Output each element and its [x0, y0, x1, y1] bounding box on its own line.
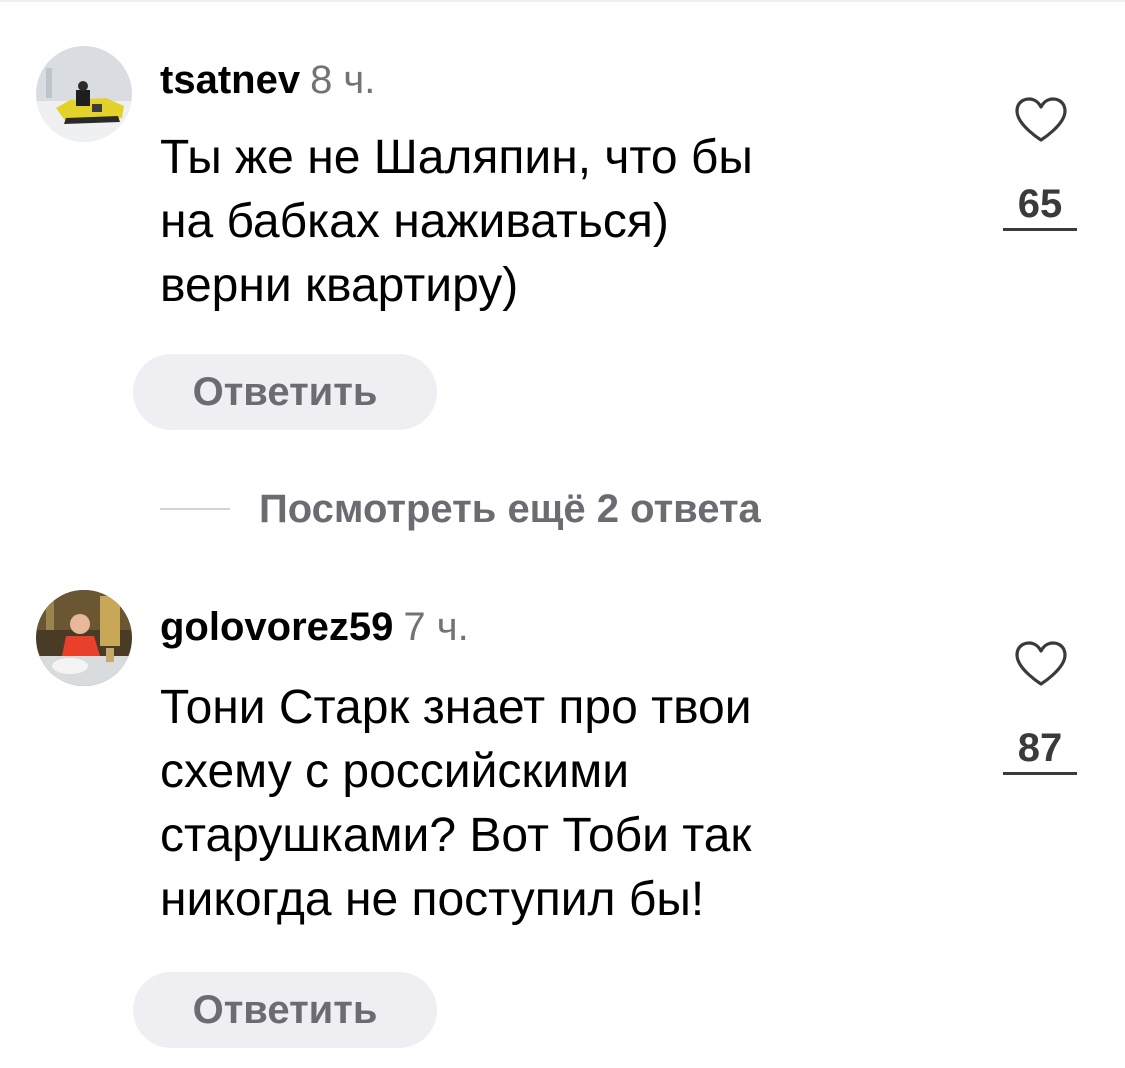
person-avatar-image	[36, 590, 132, 686]
like-count[interactable]: 87	[1000, 724, 1080, 772]
comment-header: tsatnev 8 ч.	[160, 56, 375, 104]
comment-time: 7 ч.	[403, 605, 469, 649]
snowmobile-avatar-image	[36, 46, 132, 142]
comment-text-line: Тони Старк знает про твои	[160, 681, 752, 734]
like-count-underline	[1003, 772, 1077, 775]
heart-outline-icon[interactable]	[1014, 96, 1068, 144]
view-more-replies-label[interactable]: Посмотреть ещё 2 ответа	[259, 484, 761, 534]
comment-text: Тони Старк знает про твои схему с россий…	[160, 676, 950, 932]
avatar[interactable]	[36, 46, 132, 142]
reply-button[interactable]: Ответить	[133, 354, 437, 430]
comment-text-line: Ты же не Шаляпин, что бы	[160, 131, 753, 184]
comment-time: 8 ч.	[310, 58, 376, 102]
heart-outline-icon[interactable]	[1014, 640, 1068, 688]
comment-text-line: схему с российскими	[160, 745, 630, 798]
replies-divider-line	[160, 508, 230, 510]
comment-text-line: на бабках наживаться)	[160, 195, 669, 248]
like-count-underline	[1003, 228, 1077, 231]
reply-button[interactable]: Ответить	[133, 972, 437, 1048]
comment-text-line: старушками? Вот Тоби так	[160, 809, 752, 862]
top-divider	[0, 0, 1125, 2]
username-link[interactable]: tsatnev	[160, 58, 300, 102]
username-link[interactable]: golovorez59	[160, 605, 393, 649]
comment-header: golovorez59 7 ч.	[160, 603, 469, 651]
comment-text: Ты же не Шаляпин, что бы на бабках нажив…	[160, 126, 950, 318]
comment-text-line: верни квартиру)	[160, 259, 519, 312]
like-count[interactable]: 65	[1000, 180, 1080, 228]
avatar[interactable]	[36, 590, 132, 686]
comment-text-line: никогда не поступил бы!	[160, 873, 705, 926]
